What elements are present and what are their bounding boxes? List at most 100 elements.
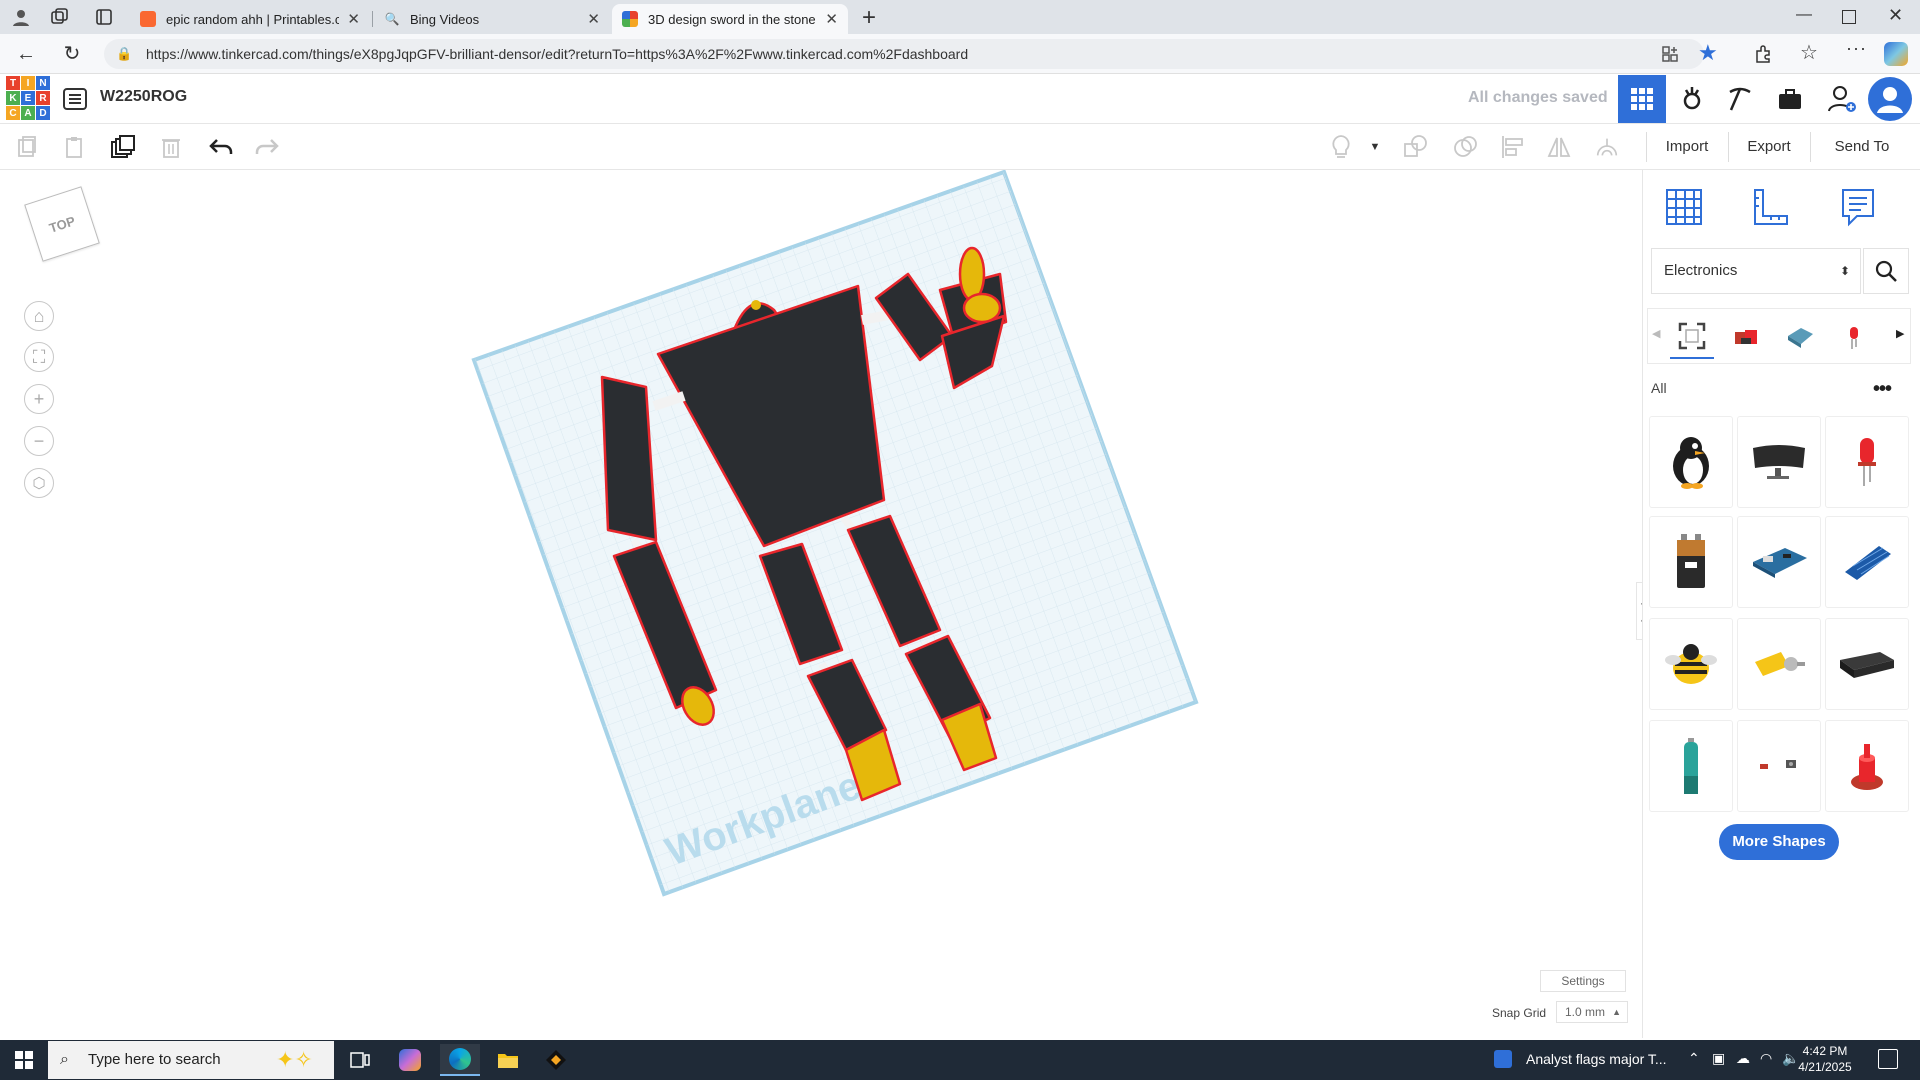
- library-search-button[interactable]: [1863, 248, 1909, 294]
- workspaces-icon[interactable]: [50, 7, 70, 27]
- shape-bee[interactable]: [1649, 618, 1733, 710]
- lightbulb-icon[interactable]: [1328, 134, 1354, 160]
- shape-red-button[interactable]: [1825, 720, 1909, 812]
- category-boards[interactable]: [1778, 315, 1822, 359]
- copilot-app-icon[interactable]: [390, 1044, 430, 1076]
- favorite-star-icon[interactable]: ★: [1698, 40, 1718, 66]
- file-explorer-icon[interactable]: [488, 1044, 528, 1076]
- lock-icon[interactable]: 🔒: [116, 39, 132, 69]
- sim-lab-icon[interactable]: [1668, 75, 1716, 123]
- tab-bing-videos[interactable]: 🔍 Bing Videos ✕: [374, 4, 610, 34]
- delete-icon[interactable]: [158, 134, 184, 160]
- pickaxe-icon[interactable]: [1716, 75, 1764, 123]
- bee-icon: [1665, 644, 1717, 684]
- group-icon[interactable]: [1402, 134, 1428, 160]
- close-tab-icon[interactable]: ✕: [347, 10, 360, 28]
- onedrive-icon[interactable]: ☁: [1736, 1050, 1750, 1067]
- tab-actions-icon[interactable]: [94, 7, 114, 27]
- category-led[interactable]: [1832, 315, 1876, 359]
- category-all[interactable]: [1670, 315, 1714, 359]
- new-tab-icon[interactable]: +: [862, 4, 876, 32]
- edge-browser-icon[interactable]: [440, 1044, 480, 1076]
- undo-icon[interactable]: [208, 134, 234, 160]
- shape-9v-battery[interactable]: [1649, 516, 1733, 608]
- extensions-icon[interactable]: [1752, 43, 1774, 65]
- tab-tinkercad[interactable]: 3D design sword in the stone dic ✕: [612, 4, 848, 34]
- mirror-icon[interactable]: [1546, 134, 1572, 160]
- shape-monitor[interactable]: [1737, 416, 1821, 508]
- taskbar-search-input[interactable]: ⌕ Type here to search ✦✧: [48, 1041, 334, 1079]
- news-widget[interactable]: Analyst flags major T...: [1526, 1051, 1667, 1067]
- ungroup-icon[interactable]: [1452, 134, 1478, 160]
- refresh-icon[interactable]: ↻: [60, 42, 84, 66]
- task-view-icon[interactable]: [340, 1044, 380, 1076]
- tab-printables[interactable]: epic random ahh | Printables.com ✕: [130, 4, 370, 34]
- workplane-scene[interactable]: Workplane: [4, 170, 1640, 1038]
- chevron-right-icon[interactable]: ▶: [1896, 327, 1904, 340]
- profile-icon[interactable]: [10, 6, 32, 28]
- briefcase-icon[interactable]: [1766, 75, 1814, 123]
- project-title[interactable]: W2250ROG: [100, 88, 187, 106]
- close-window-icon[interactable]: ✕: [1888, 5, 1903, 26]
- workplane-grid-icon[interactable]: [1659, 182, 1709, 232]
- news-widget-icon[interactable]: [1494, 1050, 1512, 1068]
- export-button[interactable]: Export: [1734, 132, 1804, 162]
- shape-black-box[interactable]: [1825, 618, 1909, 710]
- paste-icon[interactable]: [62, 134, 88, 160]
- favorites-icon[interactable]: ☆: [1800, 40, 1818, 65]
- restore-icon[interactable]: [1842, 10, 1856, 24]
- close-tab-icon[interactable]: ✕: [587, 10, 600, 28]
- library-select[interactable]: Electronics ⬍: [1651, 248, 1861, 294]
- shape-keypad[interactable]: [1825, 516, 1909, 608]
- category-components[interactable]: [1724, 315, 1768, 359]
- cruise-icon[interactable]: [1594, 134, 1620, 160]
- windows-taskbar: ⌕ Type here to search ✦✧ Analyst flags m…: [0, 1040, 1920, 1080]
- category-strip: ◀ ▶: [1647, 308, 1911, 364]
- settings-button[interactable]: Settings: [1540, 970, 1626, 992]
- app-diamond-icon[interactable]: [536, 1044, 576, 1076]
- chevron-down-icon[interactable]: ▼: [1362, 134, 1388, 160]
- snap-grid-select[interactable]: 1.0 mm ▲: [1556, 1001, 1628, 1023]
- import-button[interactable]: Import: [1652, 132, 1722, 162]
- wifi-icon[interactable]: ◠: [1760, 1050, 1772, 1067]
- more-shapes-button[interactable]: More Shapes: [1719, 824, 1839, 860]
- notes-icon[interactable]: [1833, 182, 1883, 232]
- minimize-icon[interactable]: —: [1796, 6, 1812, 24]
- more-menu-icon[interactable]: ···: [1846, 38, 1867, 59]
- close-tab-icon[interactable]: ✕: [825, 10, 838, 28]
- copilot-icon[interactable]: [1884, 42, 1908, 66]
- chevron-left-icon[interactable]: ◀: [1652, 327, 1660, 340]
- chevron-up-icon[interactable]: ⌃: [1688, 1050, 1700, 1067]
- ruler-icon[interactable]: [1745, 182, 1795, 232]
- redo-icon[interactable]: [254, 134, 280, 160]
- align-icon[interactable]: [1500, 134, 1526, 160]
- add-user-icon[interactable]: [1818, 75, 1866, 123]
- windows-start-icon[interactable]: [4, 1044, 44, 1076]
- duplicate-icon[interactable]: [110, 134, 136, 160]
- shape-red-led[interactable]: [1825, 416, 1909, 508]
- send-to-button[interactable]: Send To: [1816, 132, 1908, 162]
- more-options-icon[interactable]: •••: [1873, 378, 1892, 401]
- system-clock[interactable]: 4:42 PM 4/21/2025: [1790, 1043, 1860, 1075]
- device-icon[interactable]: ▣: [1712, 1050, 1725, 1067]
- copy-icon[interactable]: [14, 134, 40, 160]
- shape-motor[interactable]: [1737, 618, 1821, 710]
- back-icon[interactable]: ←: [14, 42, 38, 66]
- design-list-icon[interactable]: [62, 86, 88, 112]
- 3d-viewport[interactable]: TOP ⌂ ⛶ + − ⬡ Workplane Settings Snap Gr…: [4, 170, 1652, 1038]
- shapes-panel: Electronics ⬍ ◀ ▶ All ••• More Shapes: [1642, 170, 1920, 1038]
- shape-arduino-board[interactable]: [1737, 516, 1821, 608]
- notification-icon[interactable]: [1878, 1049, 1898, 1069]
- shape-aa-battery[interactable]: [1649, 720, 1733, 812]
- shape-mini-components[interactable]: [1737, 720, 1821, 812]
- 3d-design-view-button[interactable]: [1618, 75, 1666, 123]
- logo-letter: A: [21, 106, 35, 120]
- avatar[interactable]: [1868, 77, 1912, 121]
- filter-label: All: [1651, 380, 1667, 396]
- shape-penguin[interactable]: [1649, 416, 1733, 508]
- url-field[interactable]: 🔒 https://www.tinkercad.com/things/eX8pg…: [104, 39, 1704, 69]
- app-available-icon[interactable]: [1660, 44, 1680, 64]
- tinkercad-logo[interactable]: T I N K E R C A D: [6, 76, 50, 120]
- battery-icon: [1684, 738, 1698, 794]
- edit-toolbar: ▼ Import Export Send To: [0, 124, 1920, 170]
